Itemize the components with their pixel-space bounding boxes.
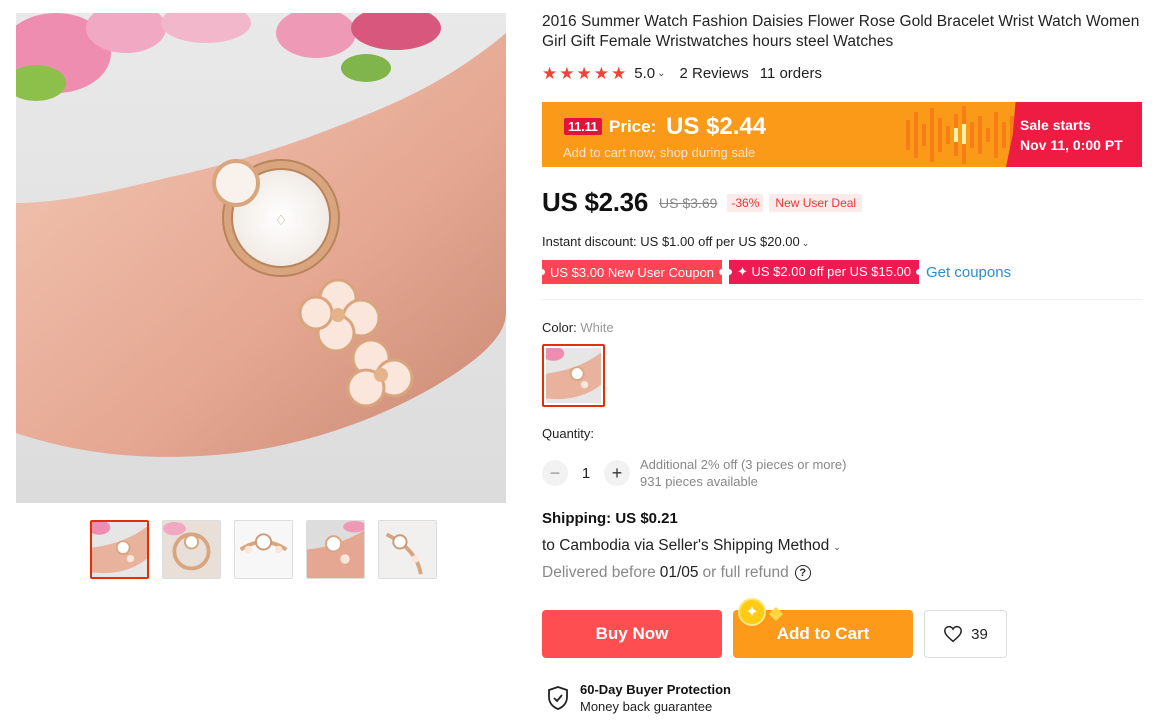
color-label-text: Color: bbox=[542, 320, 577, 335]
sale-start-date: Nov 11, 0:00 PT bbox=[1020, 137, 1123, 153]
chevron-down-icon[interactable]: ⌄ bbox=[657, 68, 665, 79]
main-product-image[interactable]: ♢ bbox=[16, 13, 506, 503]
star-icon: ★ bbox=[559, 64, 575, 83]
promo-price-label: Price: bbox=[609, 117, 657, 136]
reviews-link[interactable]: 2 Reviews bbox=[680, 65, 749, 82]
thumbnail-3[interactable] bbox=[234, 520, 293, 579]
star-icon: ★ bbox=[576, 64, 592, 83]
wishlist-button[interactable]: 39 bbox=[924, 610, 1007, 658]
color-swatch-white[interactable] bbox=[542, 344, 605, 407]
instant-discount[interactable]: Instant discount: US $1.00 off per US $2… bbox=[542, 234, 809, 249]
new-user-coupon[interactable]: US $3.00 New User Coupon bbox=[538, 260, 726, 284]
shipping-cost: Shipping: US $0.21 bbox=[542, 510, 678, 527]
delivery-date: 01/05 bbox=[659, 564, 699, 581]
rating-value[interactable]: 5.0 bbox=[634, 65, 655, 82]
get-coupons-link[interactable]: Get coupons bbox=[926, 264, 1011, 281]
quantity-label: Quantity: bbox=[542, 426, 595, 441]
product-title: 2016 Summer Watch Fashion Daisies Flower… bbox=[542, 13, 1140, 50]
coupon-row: US $3.00 New User Coupon ✦ US $2.00 off … bbox=[538, 260, 1011, 284]
promo-subtitle: Add to cart now, shop during sale bbox=[563, 145, 756, 160]
svg-text:♢: ♢ bbox=[275, 214, 288, 229]
shipping-route: to Cambodia via Seller's Shipping Method bbox=[542, 537, 830, 554]
promo-banner: 11.11 Price: US $2.44 Add to cart now, s… bbox=[542, 102, 1142, 167]
coin-icon: ✦ bbox=[738, 598, 766, 626]
star-icon: ★ bbox=[611, 64, 627, 83]
delivery-suffix: or full refund bbox=[702, 564, 789, 581]
store-coupon[interactable]: ✦ US $2.00 off per US $15.00 bbox=[726, 260, 922, 284]
star-icon: ★ bbox=[542, 64, 558, 83]
thumbnail-5[interactable] bbox=[378, 520, 437, 579]
help-icon[interactable]: ? bbox=[794, 565, 811, 581]
current-price: US $2.36 bbox=[542, 187, 649, 217]
wishlist-count: 39 bbox=[971, 625, 988, 643]
star-rating[interactable]: ★ ★ ★ ★ ★ bbox=[542, 65, 626, 82]
promo-price: US $2.44 bbox=[666, 113, 767, 140]
buyer-protection[interactable]: 60-Day Buyer Protection Money back guara… bbox=[546, 681, 731, 715]
quantity-decrease-button[interactable]: − bbox=[542, 460, 568, 486]
sale-start-label: Sale starts bbox=[1020, 117, 1091, 133]
price-row: US $2.36 US $3.69 -36% New User Deal bbox=[542, 187, 863, 218]
quantity-info: Additional 2% off (3 pieces or more) 931… bbox=[640, 456, 846, 490]
color-value: White bbox=[580, 320, 614, 335]
discount-badge: -36% bbox=[727, 193, 764, 212]
thumbnail-strip bbox=[90, 520, 437, 579]
instant-discount-text: Instant discount: US $1.00 off per US $2… bbox=[542, 234, 800, 249]
color-label: Color: White bbox=[542, 320, 614, 335]
delivery-prefix: Delivered before bbox=[542, 564, 656, 581]
buy-now-button[interactable]: Buy Now bbox=[542, 610, 722, 658]
quantity-stepper: − 1 + Additional 2% off (3 pieces or mor… bbox=[542, 456, 846, 490]
chevron-down-icon: ⌄ bbox=[801, 238, 810, 248]
original-price: US $3.69 bbox=[659, 194, 718, 211]
quantity-increase-button[interactable]: + bbox=[604, 460, 630, 486]
chevron-down-icon: ⌄ bbox=[833, 542, 841, 552]
protection-subtitle: Money back guarantee bbox=[580, 699, 713, 714]
shipping-method-selector[interactable]: to Cambodia via Seller's Shipping Method… bbox=[542, 537, 855, 555]
divider bbox=[542, 299, 1142, 300]
stock-available: 931 pieces available bbox=[640, 474, 758, 489]
sound-bars-decoration bbox=[906, 106, 1014, 164]
bulk-discount-note: Additional 2% off (3 pieces or more) bbox=[640, 457, 847, 472]
shield-check-icon bbox=[548, 686, 568, 710]
protection-title: 60-Day Buyer Protection bbox=[580, 682, 731, 697]
delivery-estimate: Delivered before 01/05 or full refund ? bbox=[542, 564, 811, 582]
orders-count: 11 orders bbox=[759, 65, 822, 82]
sale-start-panel: Sale starts Nov 11, 0:00 PT bbox=[1006, 102, 1142, 167]
quantity-value[interactable]: 1 bbox=[568, 465, 604, 482]
thumbnail-4[interactable] bbox=[306, 520, 365, 579]
new-user-deal-badge: New User Deal bbox=[769, 193, 863, 212]
rating-row: ★ ★ ★ ★ ★ 5.0 ⌄ 2 Reviews 11 orders bbox=[542, 65, 822, 82]
sale-badge: 11.11 bbox=[564, 118, 602, 135]
heart-icon bbox=[944, 625, 963, 643]
thumbnail-1[interactable] bbox=[90, 520, 149, 579]
thumbnail-2[interactable] bbox=[162, 520, 221, 579]
star-icon: ★ bbox=[593, 64, 609, 83]
